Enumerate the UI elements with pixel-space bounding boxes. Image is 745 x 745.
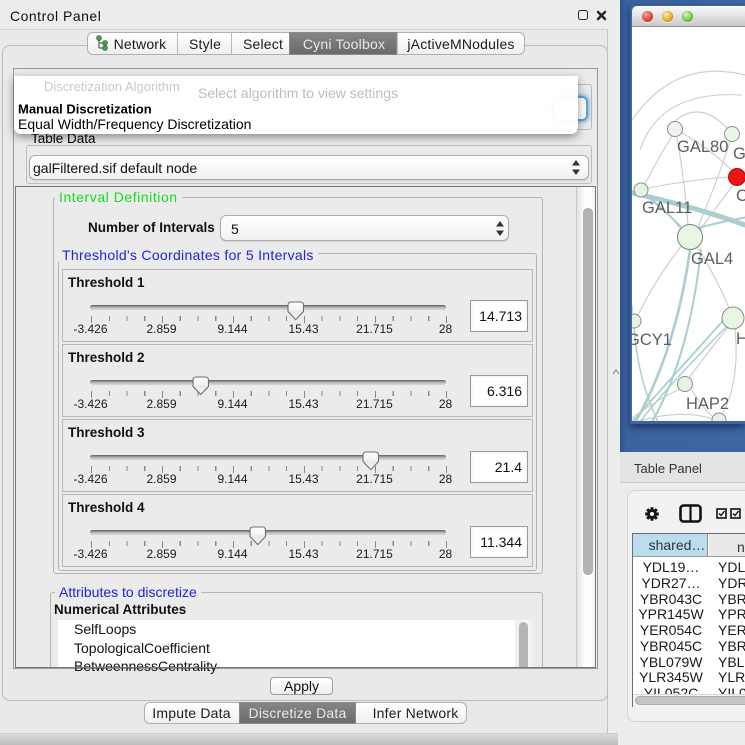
svg-text:HAP2: HAP2 bbox=[686, 395, 729, 413]
svg-text:GCY1: GCY1 bbox=[632, 331, 672, 349]
svg-text:GAL4: GAL4 bbox=[691, 250, 733, 268]
svg-text:GA: GA bbox=[733, 145, 745, 163]
svg-text:C: C bbox=[736, 187, 745, 205]
svg-text:H: H bbox=[736, 330, 745, 348]
svg-text:GAL80: GAL80 bbox=[677, 138, 728, 156]
svg-text:GAL11: GAL11 bbox=[642, 199, 692, 217]
